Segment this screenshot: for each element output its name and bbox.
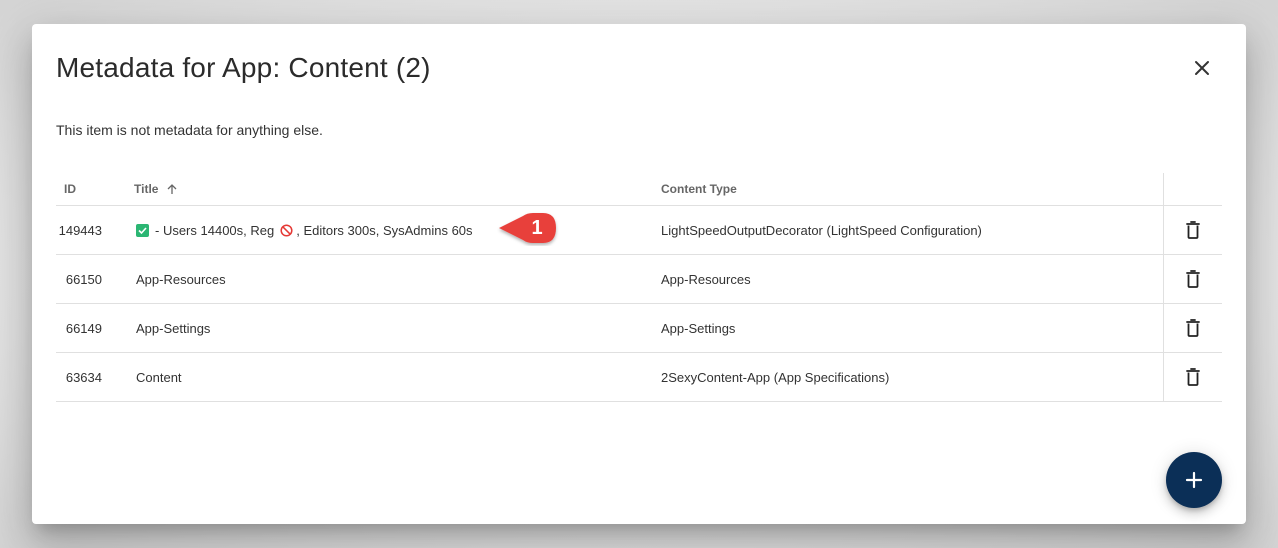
row-content-type: 2SexyContent-App (App Specifications) — [661, 369, 890, 385]
table-row[interactable]: 66150 App-Resources App-Resources — [56, 255, 1222, 304]
metadata-table: ID Title Content Type 149443 - Users 144… — [56, 173, 1222, 402]
row-title: App-Settings — [136, 320, 211, 336]
trash-icon — [1186, 221, 1200, 239]
row-id: 66149 — [65, 320, 102, 336]
row-id: 66150 — [65, 271, 102, 287]
trash-icon — [1186, 319, 1200, 337]
row-actions — [1163, 255, 1222, 303]
table-row[interactable]: 63634 Content 2SexyContent-App (App Spec… — [56, 353, 1222, 402]
column-header-content-type[interactable]: Content Type — [645, 182, 1163, 196]
delete-button[interactable] — [1186, 270, 1200, 288]
column-header-id[interactable]: ID — [56, 182, 118, 196]
check-icon — [136, 223, 149, 237]
delete-button[interactable] — [1186, 368, 1200, 386]
row-content-type: App-Settings — [661, 320, 736, 336]
row-actions — [1163, 206, 1222, 254]
row-title: App-Resources — [136, 271, 226, 287]
dialog-title: Metadata for App: Content (2) — [56, 52, 431, 83]
column-header-title-label: Title — [134, 182, 159, 196]
trash-icon — [1186, 270, 1200, 288]
close-icon — [1195, 61, 1209, 75]
column-header-title[interactable]: Title — [118, 182, 645, 196]
table-row[interactable]: 66149 App-Settings App-Settings — [56, 304, 1222, 353]
add-button[interactable] — [1166, 452, 1222, 508]
row-actions — [1163, 353, 1222, 401]
plus-icon — [1185, 471, 1203, 489]
delete-button[interactable] — [1186, 319, 1200, 337]
row-content-type: App-Resources — [661, 271, 751, 287]
row-id: 63634 — [65, 369, 102, 385]
row-title: - Users 14400s, Reg , Editors 300s, SysA… — [118, 223, 645, 238]
row-title-part1: - Users 14400s, Reg — [155, 222, 275, 238]
dialog-subtitle: This item is not metadata for anything e… — [56, 122, 323, 138]
row-title: Content — [136, 369, 182, 385]
table-header-row: ID Title Content Type — [56, 173, 1222, 206]
metadata-dialog: Metadata for App: Content (2) This item … — [32, 24, 1246, 524]
row-id: 149443 — [58, 222, 102, 238]
table-row[interactable]: 149443 - Users 14400s, Reg , Editors 300… — [56, 206, 1222, 255]
column-header-actions — [1163, 173, 1222, 205]
close-button[interactable] — [1184, 50, 1220, 86]
ban-icon — [280, 223, 293, 237]
trash-icon — [1186, 368, 1200, 386]
callout-number: 1 — [531, 216, 543, 239]
delete-button[interactable] — [1186, 221, 1200, 239]
row-actions — [1163, 304, 1222, 352]
row-content-type: LightSpeedOutputDecorator (LightSpeed Co… — [661, 222, 982, 238]
arrow-up-icon — [166, 183, 178, 195]
row-title-part2: , Editors 300s, SysAdmins 60s — [296, 222, 473, 238]
